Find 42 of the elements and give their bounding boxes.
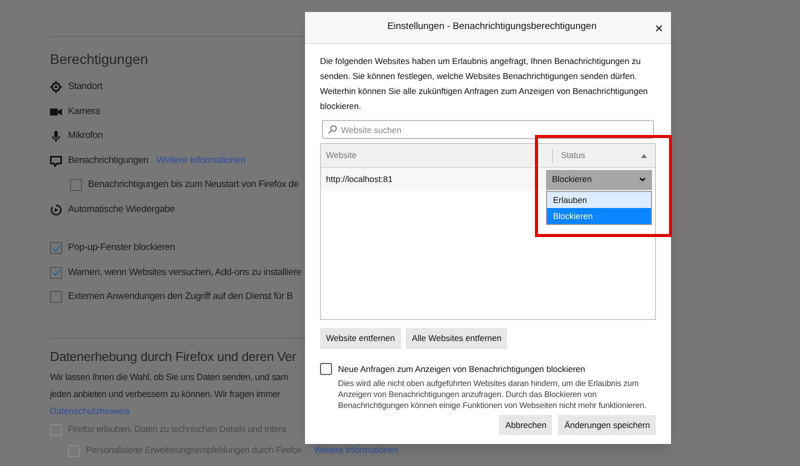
section-heading: Berechtigungen [50, 50, 150, 69]
chevron-down-icon [639, 177, 646, 182]
microphone-icon [50, 130, 62, 142]
checkbox[interactable] [50, 242, 62, 254]
checkbox[interactable] [320, 363, 332, 375]
checkbox[interactable] [70, 179, 82, 192]
camera-icon [50, 106, 62, 118]
search-field[interactable]: Website suchen [322, 120, 654, 139]
checkbox-label: Neue Anfragen zum Anzeigen von Benachrichtigungen blockieren [338, 363, 586, 376]
checkbox-label: Externen Anwendungen den Zugriff auf den Dienst für B [68, 290, 293, 304]
checkbox-label: Pop-up-Fenster blockieren [68, 241, 175, 256]
table-cell-text: http://localhost:81 [325, 173, 394, 186]
checkbox-label: Warnen, wenn Websites versuchen, Add-ons zu installiere [68, 266, 302, 280]
paragraph-line: jeden anbieten und verbessern zu können. Wir fragen immer [50, 388, 282, 401]
column-header[interactable]: Status [561, 149, 586, 162]
intro-text: Die folgenden Websites haben um Erlaubnis angefragt, Ihnen Benachrichtigungen zu senden. Sie können festlegen, welche Websites Benachrichtigungen senden dürfen. Weiterhin können Sie alle zukünftigen Anfragen zum Anzeigen von Benachrichtigungen blockieren. [320, 55, 649, 113]
dialog-button[interactable]: Änderungen speichern [558, 415, 656, 435]
close-button[interactable]: × [654, 20, 663, 36]
status-dropdown[interactable]: Blockieren [546, 170, 652, 190]
permission-label: Benachrichtigungen [68, 154, 148, 168]
dropdown-option[interactable]: Erlauben [547, 192, 651, 208]
dialog-title: Einstellungen - Benachrichtigungsberechtigungen [386, 20, 598, 34]
action-button[interactable]: Website entfernen [320, 328, 401, 349]
permission-label: Kamera [68, 104, 100, 119]
permission-label: Automatische Wiedergabe [68, 202, 175, 217]
description-text: Dies wird alle nicht oben aufgeführten Websites daran hindern, um die Erlaubnis zum Anzeigen von Benachrichtigungen anzufragen. Durch das Blockieren von Benachrichtigungen können einige Funktionen von Webseiten nicht mehr funktionieren. [338, 378, 648, 411]
action-button[interactable]: Alle Websites entfernen [406, 328, 508, 349]
sort-up-icon [641, 154, 647, 158]
speech-bubble-icon [50, 154, 62, 167]
search-icon [328, 125, 337, 134]
section-heading: Datenerhebung durch Firefox und deren Ver [50, 348, 298, 366]
checkbox[interactable] [50, 291, 62, 304]
dropdown-option[interactable]: Blockieren [547, 208, 651, 224]
checkbox[interactable] [50, 266, 62, 279]
play-circle-icon [50, 204, 62, 216]
column-header: Website [325, 149, 358, 162]
permission-label: Mikrofon [68, 129, 103, 144]
permission-label: Standort [68, 80, 102, 94]
dialog-button[interactable]: Abbrechen [499, 415, 552, 435]
checkbox-label: Benachrichtigungen bis zum Neustart von Firefox de [88, 178, 299, 192]
paragraph-line: Wir lassen Ihnen die Wahl, ob Sie uns Daten senden, und sam [50, 370, 290, 384]
location-icon [50, 81, 62, 94]
